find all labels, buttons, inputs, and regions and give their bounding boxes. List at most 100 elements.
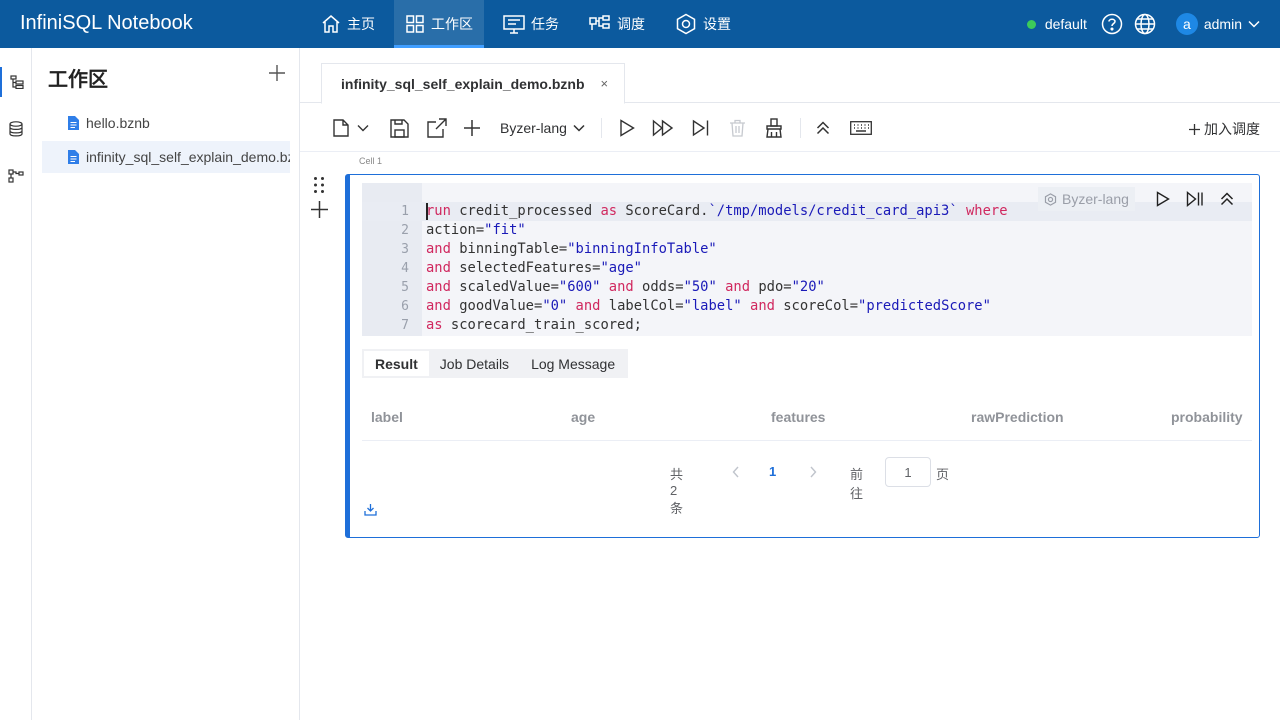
tab-notebook[interactable]: infinity_sql_self_explain_demo.bznb × bbox=[321, 63, 625, 104]
run-and-next-icon[interactable] bbox=[1186, 191, 1204, 207]
nav-home[interactable]: 主页 bbox=[310, 0, 386, 48]
notebook-toolbar: Byzer-lang 加入调度 bbox=[300, 104, 1280, 152]
nav-schedule[interactable]: 调度 bbox=[578, 0, 656, 48]
toolbar-divider bbox=[800, 118, 801, 138]
current-page[interactable]: 1 bbox=[769, 464, 776, 479]
file-name: hello.bznb bbox=[86, 115, 150, 131]
add-cell-icon[interactable] bbox=[311, 201, 328, 218]
total-count: 共 2 条 bbox=[670, 467, 684, 516]
help-icon[interactable] bbox=[1101, 13, 1123, 35]
code-line[interactable]: 4 and selectedFeatures="age" bbox=[362, 259, 1252, 278]
tab-result[interactable]: Result bbox=[364, 351, 429, 376]
file-tree-icon bbox=[10, 75, 24, 89]
drag-handle-icon[interactable] bbox=[313, 176, 325, 194]
nav-settings[interactable]: 设置 bbox=[664, 0, 742, 48]
code-line[interactable]: 6 and goodValue="0" and labelCol="label" … bbox=[362, 297, 1252, 316]
add-icon[interactable] bbox=[268, 64, 286, 82]
tab-log-message[interactable]: Log Message bbox=[520, 351, 626, 376]
line-number: 3 bbox=[401, 242, 409, 257]
chevron-left-icon[interactable] bbox=[732, 466, 740, 478]
top-navbar: InfiniSQL Notebook 主页 工作区 任务 调度 设置 defau… bbox=[0, 0, 1280, 48]
keyboard-shortcuts-button[interactable] bbox=[850, 118, 872, 138]
header-right: default a admin bbox=[1026, 0, 1260, 48]
file-item-hello[interactable]: hello.bznb bbox=[42, 107, 290, 139]
chevron-right-icon[interactable] bbox=[809, 466, 817, 478]
page-jump-input[interactable] bbox=[885, 457, 931, 487]
column-header[interactable]: probability bbox=[1171, 409, 1243, 425]
plus-icon bbox=[1189, 123, 1200, 135]
tab-job-details[interactable]: Job Details bbox=[429, 351, 520, 376]
run-cell-icon[interactable] bbox=[1156, 191, 1170, 207]
column-header[interactable]: features bbox=[771, 409, 825, 425]
save-icon bbox=[390, 118, 409, 138]
nav-workspace-label: 工作区 bbox=[431, 16, 473, 32]
avatar[interactable]: a bbox=[1175, 13, 1198, 35]
app-title[interactable]: InfiniSQL Notebook bbox=[20, 12, 193, 35]
cell-tools: Byzer-lang bbox=[1038, 185, 1248, 213]
run-to-end-button[interactable] bbox=[692, 118, 710, 138]
code-text: and selectedFeatures="age" bbox=[426, 260, 642, 276]
rail-files[interactable] bbox=[0, 67, 32, 97]
skip-end-icon bbox=[692, 119, 709, 137]
export-icon bbox=[427, 118, 447, 138]
run-cell-button[interactable] bbox=[619, 118, 635, 138]
environment-label[interactable]: default bbox=[1045, 16, 1087, 32]
language-select[interactable]: Byzer-lang bbox=[500, 118, 585, 138]
code-text: and goodValue="0" and labelCol="label" a… bbox=[426, 298, 991, 314]
nav-tasks[interactable]: 任务 bbox=[492, 0, 570, 48]
line-number: 2 bbox=[401, 223, 409, 238]
code-text: and binningTable="binningInfoTable" bbox=[426, 241, 717, 257]
cell-language-label: Byzer-lang bbox=[1062, 191, 1129, 207]
cell-label: Cell 1 bbox=[359, 156, 383, 166]
close-icon[interactable]: × bbox=[601, 76, 609, 91]
plus-icon bbox=[464, 120, 480, 136]
collapse-all-button[interactable] bbox=[816, 118, 830, 138]
code-line[interactable]: 5 and scaledValue="600" and odds="50" and… bbox=[362, 278, 1252, 297]
chevron-down-icon[interactable] bbox=[1248, 20, 1260, 28]
rail-flow[interactable] bbox=[0, 161, 32, 191]
goto-label: 前往 bbox=[850, 467, 864, 501]
nav-home-label: 主页 bbox=[347, 16, 375, 32]
nav-settings-label: 设置 bbox=[703, 16, 731, 32]
result-table-header: label age features rawPrediction probabi… bbox=[362, 393, 1252, 441]
play-icon bbox=[620, 119, 635, 137]
collapse-cell-icon[interactable] bbox=[1220, 192, 1234, 206]
add-to-schedule-button[interactable]: 加入调度 bbox=[1189, 119, 1260, 139]
globe-icon[interactable] bbox=[1134, 13, 1156, 35]
add-cell-button[interactable] bbox=[463, 118, 481, 138]
save-button[interactable] bbox=[390, 118, 409, 138]
broom-icon bbox=[766, 118, 782, 138]
code-line[interactable]: 7 as scorecard_train_scored; bbox=[362, 316, 1252, 335]
line-number: 4 bbox=[401, 261, 409, 276]
column-header[interactable]: label bbox=[371, 409, 403, 425]
keyboard-icon bbox=[850, 121, 872, 135]
text-cursor bbox=[426, 203, 428, 220]
nav-workspace[interactable]: 工作区 bbox=[394, 0, 484, 48]
code-line[interactable]: 3 and binningTable="binningInfoTable" bbox=[362, 240, 1252, 259]
cell-language-badge[interactable]: Byzer-lang bbox=[1038, 187, 1135, 211]
rail-database[interactable] bbox=[0, 114, 32, 144]
code-text: and scaledValue="600" and odds="50" and … bbox=[426, 279, 825, 295]
tab-label: infinity_sql_self_explain_demo.bznb bbox=[341, 75, 585, 92]
new-file-button[interactable] bbox=[333, 118, 369, 138]
user-name[interactable]: admin bbox=[1204, 16, 1242, 32]
code-line[interactable]: 2 action="fit" bbox=[362, 221, 1252, 240]
column-header[interactable]: age bbox=[571, 409, 595, 425]
export-button[interactable] bbox=[427, 118, 447, 138]
code-editor[interactable]: 1 run credit_processed as ScoreCard.`/tmp… bbox=[362, 183, 1252, 336]
column-header[interactable]: rawPrediction bbox=[971, 409, 1064, 425]
notebook-cell[interactable]: 1 run credit_processed as ScoreCard.`/tmp… bbox=[345, 174, 1260, 538]
gear-icon bbox=[676, 13, 696, 35]
run-all-button[interactable] bbox=[652, 118, 674, 138]
sidebar-title: 工作区 bbox=[48, 69, 108, 91]
nav-schedule-label: 调度 bbox=[617, 16, 645, 32]
language-select-value: Byzer-lang bbox=[500, 120, 567, 136]
code-text: as scorecard_train_scored; bbox=[426, 317, 642, 333]
line-number: 6 bbox=[401, 299, 409, 314]
delete-cell-button[interactable] bbox=[729, 118, 746, 138]
activity-rail bbox=[0, 48, 32, 720]
download-icon[interactable] bbox=[364, 503, 377, 516]
clear-output-button[interactable] bbox=[765, 118, 783, 138]
file-item-demo[interactable]: infinity_sql_self_explain_demo.bznb bbox=[42, 141, 290, 173]
chevron-down-icon bbox=[357, 125, 369, 132]
